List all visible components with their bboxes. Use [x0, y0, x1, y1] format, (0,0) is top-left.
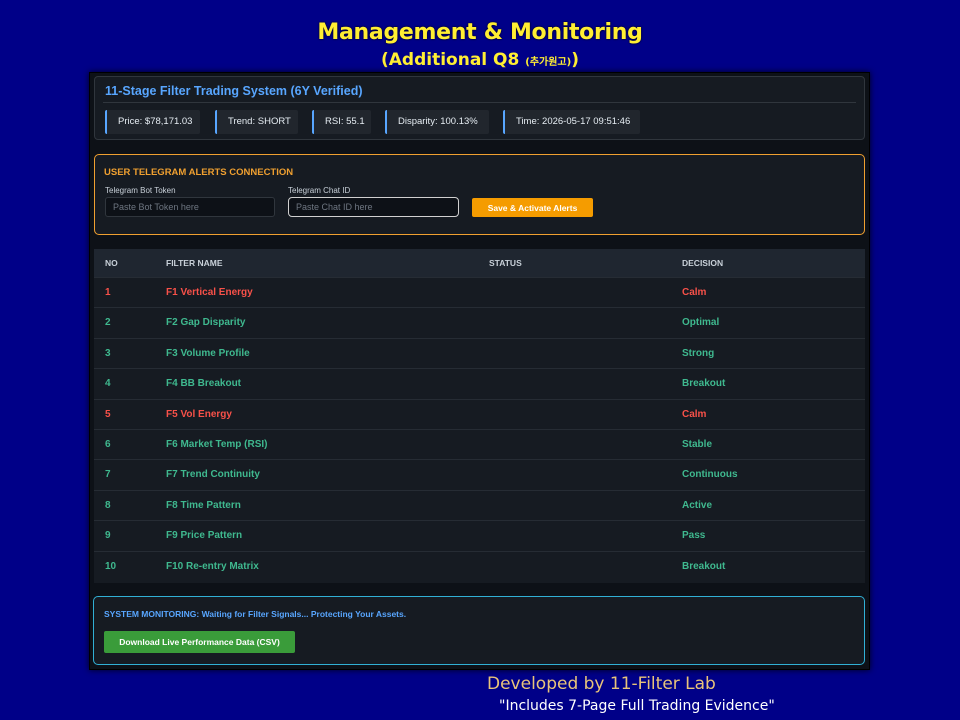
cell-decision: Calm — [682, 408, 707, 420]
header-filter-name: FILTER NAME — [166, 258, 223, 268]
table-row: 8 F8 Time Pattern Active — [94, 489, 865, 520]
cell-decision: Continuous — [682, 469, 738, 481]
cell-decision: Breakout — [682, 560, 726, 572]
cell-decision: Breakout — [682, 378, 726, 390]
cell-filter-name: F6 Market Temp (RSI) — [166, 439, 268, 450]
chat-id-input[interactable] — [288, 197, 459, 217]
telegram-alerts-panel: USER TELEGRAM ALERTS CONNECTION Telegram… — [94, 154, 865, 235]
trend-pill: Trend: SHORT — [215, 110, 298, 134]
header-no: NO — [105, 258, 118, 268]
filter-table: NO FILTER NAME STATUS DECISION 1 F1 Verti… — [94, 249, 865, 583]
cell-decision: Active — [682, 499, 713, 511]
monitoring-status-text: SYSTEM MONITORING: Waiting for Filter Si… — [104, 609, 407, 619]
cell-no: 5 — [105, 408, 111, 420]
table-row: 7 F7 Trend Continuity Continuous — [94, 459, 865, 489]
cell-filter-name: F7 Trend Continuity — [166, 469, 260, 481]
cell-filter-name: F1 Vertical Energy — [166, 287, 253, 298]
subtitle-end: ) — [571, 50, 579, 70]
price-pill: Price: $78,171.03 — [105, 110, 200, 134]
evidence-note: "Includes 7-Page Full Trading Evidence" — [499, 698, 775, 714]
download-csv-button[interactable]: Download Live Performance Data (CSV) — [104, 631, 295, 653]
alerts-title: USER TELEGRAM ALERTS CONNECTION — [104, 167, 294, 178]
cell-filter-name: F2 Gap Disparity — [166, 317, 246, 329]
cell-no: 8 — [105, 499, 111, 511]
bot-token-input[interactable] — [105, 197, 275, 217]
header-status: STATUS — [489, 258, 522, 268]
header-decision: DECISION — [682, 258, 724, 268]
cell-no: 6 — [105, 439, 111, 450]
table-row: 1 F1 Vertical Energy Calm — [94, 277, 865, 307]
cell-no: 2 — [105, 317, 111, 329]
rsi-pill: RSI: 55.1 — [312, 110, 371, 134]
cell-decision: Strong — [682, 347, 715, 359]
cell-no: 10 — [105, 560, 117, 572]
cell-no: 7 — [105, 469, 111, 481]
slide-title: Management & Monitoring — [317, 20, 643, 45]
table-row: 3 F3 Volume Profile Strong — [94, 337, 865, 368]
time-pill: Time: 2026-05-17 09:51:46 — [503, 110, 640, 134]
cell-decision: Stable — [682, 439, 713, 450]
cell-no: 4 — [105, 378, 111, 390]
cell-filter-name: F8 Time Pattern — [166, 499, 241, 511]
slide-subtitle: (Additional Q8 (추가원고)) — [0, 50, 960, 70]
chat-id-label: Telegram Chat ID — [288, 186, 351, 195]
bot-token-label: Telegram Bot Token — [105, 186, 176, 195]
cell-decision: Pass — [682, 530, 706, 542]
subtitle-main: (Additional Q8 — [381, 50, 520, 70]
cell-no: 9 — [105, 530, 111, 542]
cell-decision: Optimal — [682, 317, 720, 329]
header-divider — [103, 102, 856, 103]
system-monitoring-panel: SYSTEM MONITORING: Waiting for Filter Si… — [93, 596, 865, 665]
system-header: 11-Stage Filter Trading System (6Y Verif… — [94, 76, 865, 140]
save-activate-alerts-button[interactable]: Save & Activate Alerts — [472, 198, 593, 217]
cell-filter-name: F4 BB Breakout — [166, 378, 242, 390]
disparity-pill: Disparity: 100.13% — [385, 110, 489, 134]
subtitle-korean: (추가원고) — [525, 57, 572, 68]
cell-decision: Calm — [682, 287, 707, 298]
cell-filter-name: F3 Volume Profile — [166, 347, 250, 359]
cell-no: 3 — [105, 347, 111, 359]
table-row: 5 F5 Vol Energy Calm — [94, 398, 865, 429]
table-row: 9 F9 Price Pattern Pass — [94, 520, 865, 550]
cell-filter-name: F10 Re-entry Matrix — [166, 560, 259, 572]
cell-no: 1 — [105, 287, 111, 298]
table-row: 2 F2 Gap Disparity Optimal — [94, 307, 865, 337]
table-row: 10 F10 Re-entry Matrix Breakout — [94, 550, 865, 581]
cell-filter-name: F9 Price Pattern — [166, 530, 243, 542]
table-header: NO FILTER NAME STATUS DECISION — [94, 249, 865, 277]
table-row: 6 F6 Market Temp (RSI) Stable — [94, 429, 865, 459]
table-row: 4 F4 BB Breakout Breakout — [94, 368, 865, 398]
trading-dashboard-window: 11-Stage Filter Trading System (6Y Verif… — [89, 72, 870, 670]
cell-filter-name: F5 Vol Energy — [166, 408, 232, 420]
system-title: 11-Stage Filter Trading System (6Y Verif… — [105, 84, 363, 98]
developer-credit: Developed by 11-Filter Lab — [487, 674, 716, 694]
